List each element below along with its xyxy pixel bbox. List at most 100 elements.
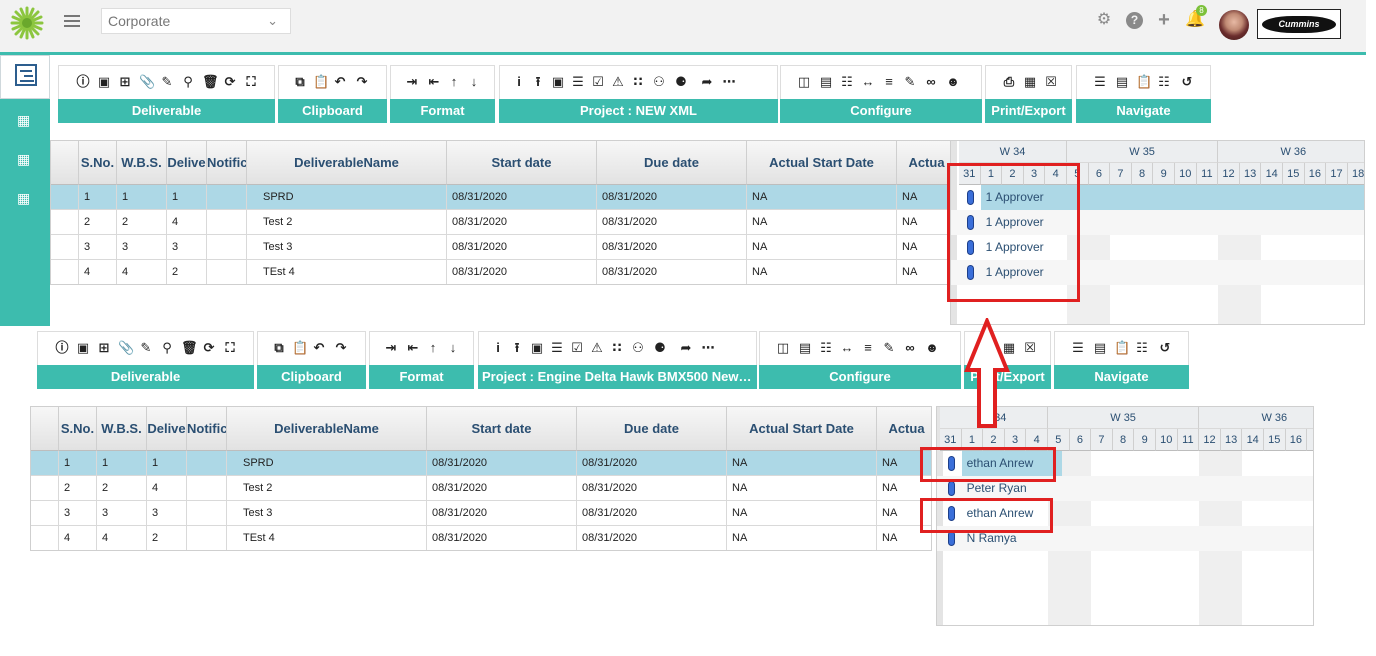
- table-cell-due[interactable]: 08/31/2020: [577, 451, 727, 476]
- undo-icon[interactable]: ↶: [312, 341, 326, 355]
- sliders-icon[interactable]: ☰: [571, 75, 585, 89]
- column-header-notific[interactable]: Notific: [207, 141, 247, 185]
- column-header-notific[interactable]: Notific: [187, 407, 227, 451]
- table-cell-sno[interactable]: 2: [79, 210, 117, 235]
- upload-icon[interactable]: ⭱: [531, 75, 545, 89]
- table-cell-sno[interactable]: 2: [59, 476, 97, 501]
- table-cell-deliv[interactable]: 2: [147, 526, 187, 550]
- more-icon[interactable]: ⋯: [722, 75, 736, 89]
- info-i-icon[interactable]: i: [512, 75, 526, 89]
- column-header-s-no-[interactable]: S.No.: [59, 407, 97, 451]
- redo-icon[interactable]: ↷: [355, 75, 369, 89]
- attach-icon[interactable]: 📎: [139, 75, 155, 89]
- table-cell-name[interactable]: TEst 4: [227, 526, 427, 550]
- checklist-icon[interactable]: ☑: [570, 341, 584, 355]
- table-cell-start[interactable]: 08/31/2020: [427, 526, 577, 550]
- document-icon[interactable]: ☷: [819, 341, 833, 355]
- table-cell-start[interactable]: 08/31/2020: [427, 476, 577, 501]
- column-header-w-b-s-[interactable]: W.B.S.: [117, 141, 167, 185]
- column-header-deliverablename[interactable]: DeliverableName: [247, 141, 447, 185]
- info-icon[interactable]: ⓘ: [76, 75, 90, 89]
- gantt-task-bar[interactable]: [947, 531, 955, 546]
- table-icon[interactable]: ▦: [1023, 75, 1037, 89]
- network-icon[interactable]: ∷: [631, 75, 645, 89]
- app-logo-icon[interactable]: [10, 6, 44, 40]
- table-cell-sno[interactable]: 4: [79, 260, 117, 284]
- table-cell-due[interactable]: 08/31/2020: [577, 476, 727, 501]
- search-icon[interactable]: ⚲: [160, 341, 174, 355]
- table-cell-actual[interactable]: NA: [897, 260, 951, 284]
- notes-icon[interactable]: ☷: [1135, 341, 1149, 355]
- share-icon[interactable]: ➦: [679, 341, 693, 355]
- table-cell-actual[interactable]: NA: [897, 185, 951, 210]
- resize-horizontal-icon[interactable]: ↔: [840, 341, 854, 355]
- row-selector[interactable]: [31, 451, 59, 476]
- table-cell-due[interactable]: 08/31/2020: [577, 501, 727, 526]
- layers-icon[interactable]: ≡: [882, 75, 896, 89]
- settings-gear-icon[interactable]: ⚙: [1096, 12, 1112, 28]
- row-selector[interactable]: [51, 210, 79, 235]
- table-cell-actual-start[interactable]: NA: [727, 526, 877, 550]
- gantt-task-bar[interactable]: [947, 481, 955, 496]
- user-lock-icon[interactable]: ⚈: [653, 341, 667, 355]
- row-selector[interactable]: [31, 501, 59, 526]
- table-cell-start[interactable]: 08/31/2020: [427, 501, 577, 526]
- table-cell-due[interactable]: 08/31/2020: [597, 185, 747, 210]
- table-cell-wbs[interactable]: 3: [117, 235, 167, 260]
- table-cell-wbs[interactable]: 4: [117, 260, 167, 284]
- table-cell-notif[interactable]: [207, 235, 247, 260]
- refresh-icon[interactable]: ⟳: [223, 75, 237, 89]
- table-cell-deliv[interactable]: 4: [167, 210, 207, 235]
- excel-icon[interactable]: ☒: [1044, 75, 1058, 89]
- edit-note-icon[interactable]: ✎: [903, 75, 917, 89]
- table-cell-wbs[interactable]: 3: [97, 501, 147, 526]
- add-plus-icon[interactable]: +: [1156, 10, 1172, 30]
- table-cell-due[interactable]: 08/31/2020: [577, 526, 727, 550]
- table-cell-start[interactable]: 08/31/2020: [447, 210, 597, 235]
- link-icon[interactable]: ∞: [903, 341, 917, 355]
- warning-icon[interactable]: ⚠: [590, 341, 604, 355]
- table-cell-start[interactable]: 08/31/2020: [447, 235, 597, 260]
- table-cell-deliv[interactable]: 3: [167, 235, 207, 260]
- grid-list-icon[interactable]: ▤: [1093, 341, 1107, 355]
- table-cell-notif[interactable]: [207, 260, 247, 284]
- table-cell-sno[interactable]: 3: [79, 235, 117, 260]
- column-header-w-b-s-[interactable]: W.B.S.: [97, 407, 147, 451]
- table-cell-deliv[interactable]: 3: [147, 501, 187, 526]
- table-cell-deliv[interactable]: 1: [167, 185, 207, 210]
- table-cell-wbs[interactable]: 2: [117, 210, 167, 235]
- users-icon[interactable]: ☻: [925, 341, 939, 355]
- back-circle-icon[interactable]: ↺: [1180, 75, 1194, 89]
- table-cell-start[interactable]: 08/31/2020: [447, 185, 597, 210]
- chart-icon[interactable]: ▤: [819, 75, 833, 89]
- table-cell-start[interactable]: 08/31/2020: [447, 260, 597, 284]
- delete-icon[interactable]: 🗑: [181, 341, 198, 355]
- sliders-icon[interactable]: ☰: [550, 341, 564, 355]
- grid-header-selector[interactable]: [31, 407, 59, 451]
- clipboard-icon[interactable]: 📋: [1114, 341, 1130, 355]
- user-settings-icon[interactable]: ⚇: [652, 75, 666, 89]
- row-selector[interactable]: [51, 260, 79, 284]
- sidebar-gantt-view-button[interactable]: [0, 55, 50, 99]
- edit-icon[interactable]: ✎: [160, 75, 174, 89]
- grid-list-icon[interactable]: ▤: [1115, 75, 1129, 89]
- building-icon[interactable]: ▦: [17, 152, 30, 166]
- table-cell-sno[interactable]: 1: [59, 451, 97, 476]
- paste-icon[interactable]: 📋: [292, 341, 308, 355]
- attach-icon[interactable]: 📎: [118, 341, 134, 355]
- more-icon[interactable]: ⋯: [701, 341, 715, 355]
- warning-icon[interactable]: ⚠: [611, 75, 625, 89]
- network-icon[interactable]: ∷: [610, 341, 624, 355]
- link-icon[interactable]: ∞: [924, 75, 938, 89]
- search-icon[interactable]: ⚲: [181, 75, 195, 89]
- table-cell-actual-start[interactable]: NA: [747, 210, 897, 235]
- redo-icon[interactable]: ↷: [334, 341, 348, 355]
- save-icon[interactable]: ▣: [97, 75, 111, 89]
- table-cell-notif[interactable]: [187, 501, 227, 526]
- table-cell-actual-start[interactable]: NA: [727, 476, 877, 501]
- upload-icon[interactable]: ⭱: [510, 341, 524, 355]
- share-icon[interactable]: ➦: [700, 75, 714, 89]
- arrow-down-icon[interactable]: ↓: [467, 75, 481, 89]
- row-selector[interactable]: [51, 235, 79, 260]
- floppy-icon[interactable]: ▣: [551, 75, 565, 89]
